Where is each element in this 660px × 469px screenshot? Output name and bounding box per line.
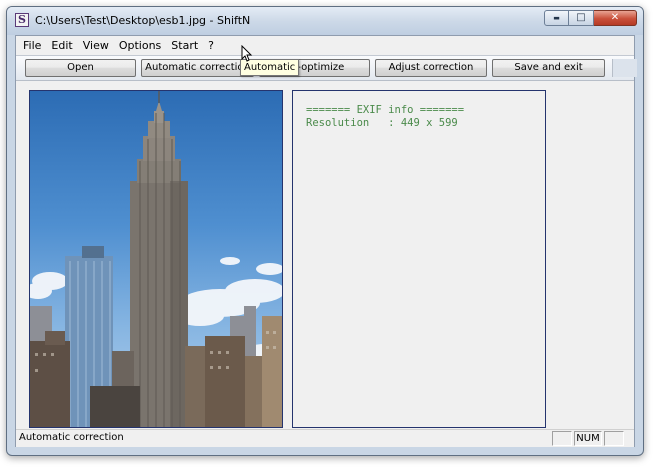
exif-info-panel: ======= EXIF info ======= Resolution : 4… <box>292 90 546 428</box>
image-preview[interactable] <box>29 90 283 428</box>
client-area: File Edit View Options Start ? Open Auto… <box>15 35 637 447</box>
menu-file[interactable]: File <box>16 39 46 52</box>
title-bar[interactable]: S C:\Users\Test\Desktop\esb1.jpg - Shift… <box>7 7 643 35</box>
close-icon: ✕ <box>610 12 620 23</box>
status-pane-1 <box>552 431 572 446</box>
status-bar: Automatic correction NUM <box>16 429 634 447</box>
maximize-button[interactable]: □ <box>569 10 594 26</box>
open-button[interactable]: Open <box>25 59 136 77</box>
automatic-correction-button[interactable]: Automatic correction <box>141 59 254 77</box>
app-window: S C:\Users\Test\Desktop\esb1.jpg - Shift… <box>6 6 644 456</box>
mouse-cursor-icon <box>241 45 253 62</box>
menu-bar: File Edit View Options Start ? <box>16 36 634 55</box>
minimize-icon: ▬ <box>553 13 560 22</box>
skyscraper-photo <box>30 91 282 427</box>
minimize-button[interactable]: ▬ <box>544 10 569 26</box>
menu-start[interactable]: Start <box>166 39 203 52</box>
status-text: Automatic correction <box>19 432 124 443</box>
close-button[interactable]: ✕ <box>594 10 637 26</box>
maximize-icon: □ <box>576 12 586 23</box>
menu-view[interactable]: View <box>78 39 114 52</box>
toolbar: Open Automatic correction Re-optimize Ad… <box>16 55 637 81</box>
exif-resolution: Resolution : 449 x 599 <box>306 117 458 129</box>
app-icon[interactable]: S <box>15 13 29 27</box>
save-and-exit-button[interactable]: Save and exit <box>492 59 605 77</box>
menu-options[interactable]: Options <box>114 39 166 52</box>
window-title: C:\Users\Test\Desktop\esb1.jpg - ShiftN <box>35 14 251 27</box>
caption-buttons: ▬ □ ✕ <box>544 10 637 27</box>
status-pane-3 <box>604 431 624 446</box>
exif-header: ======= EXIF info ======= <box>306 104 465 116</box>
adjust-correction-button[interactable]: Adjust correction <box>375 59 487 77</box>
num-lock-indicator: NUM <box>574 431 602 446</box>
toolbar-spacer <box>612 59 637 77</box>
menu-edit[interactable]: Edit <box>46 39 77 52</box>
menu-help[interactable]: ? <box>203 39 219 52</box>
